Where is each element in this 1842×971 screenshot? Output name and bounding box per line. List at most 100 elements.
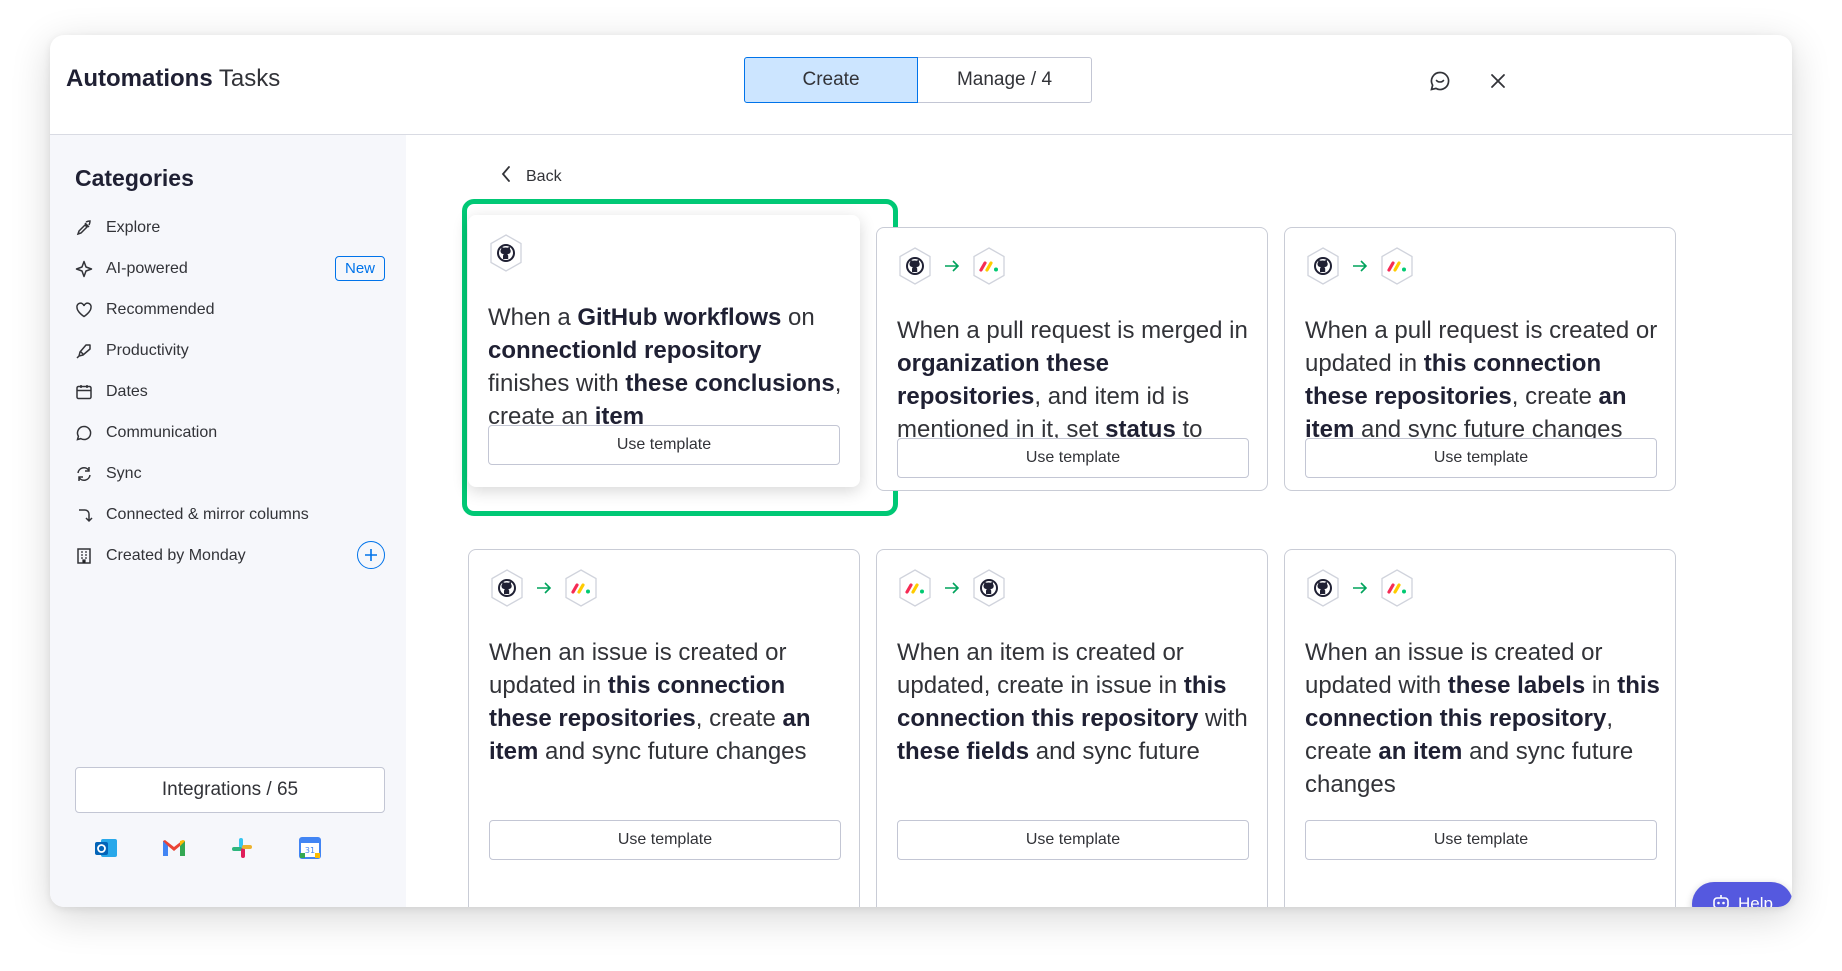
add-category-button[interactable]: [357, 541, 385, 569]
template-card[interactable]: When an issue is created or updated in t…: [468, 549, 860, 907]
use-template-button[interactable]: Use template: [1305, 820, 1657, 860]
arrow-right-icon: [933, 582, 971, 594]
building-icon: [75, 547, 93, 565]
category-sync[interactable]: Sync: [75, 459, 385, 489]
github-icon: [1305, 568, 1341, 608]
sparkle-icon: [75, 260, 93, 278]
card-description: When an issue is created or updated with…: [1305, 636, 1660, 801]
template-card[interactable]: When a GitHub workflows on connectionId …: [468, 215, 860, 487]
back-label: Back: [526, 167, 562, 185]
category-label: Recommended: [106, 301, 215, 318]
card-text-segment: and sync future changes: [538, 738, 807, 765]
category-communication[interactable]: Communication: [75, 418, 385, 448]
heart-icon: [75, 301, 93, 319]
card-text-segment: , create: [695, 705, 783, 732]
category-label: AI-powered: [106, 260, 188, 277]
template-card[interactable]: When a pull request is merged in organiz…: [876, 227, 1268, 491]
card-text-segment: When a pull request is merged in: [897, 317, 1248, 344]
category-label: Created by Monday: [106, 547, 246, 564]
template-card[interactable]: When an item is created or updated, crea…: [876, 549, 1268, 907]
github-icon: [1305, 246, 1341, 286]
integrations-button[interactable]: Integrations / 65: [75, 767, 385, 813]
categories-title: Categories: [75, 165, 194, 191]
card-text-highlight: connectionId repository: [488, 337, 762, 364]
card-description: When an issue is created or updated in t…: [489, 636, 844, 768]
card-text-segment: When an item is created or updated, crea…: [897, 639, 1184, 699]
card-description: When a GitHub workflows on connectionId …: [488, 301, 843, 433]
rocket-icon: [75, 342, 93, 360]
feedback-icon[interactable]: [1426, 67, 1454, 95]
card-text-highlight: GitHub workflows: [577, 304, 782, 331]
card-icons-row: [488, 233, 524, 273]
title-bold: Automations: [66, 65, 213, 92]
monday-icon: [1379, 246, 1415, 286]
close-icon[interactable]: [1484, 67, 1512, 95]
tab-manage[interactable]: Manage / 4: [918, 57, 1092, 103]
use-template-button[interactable]: Use template: [489, 820, 841, 860]
tab-create[interactable]: Create: [744, 57, 918, 103]
new-badge: New: [334, 256, 385, 281]
card-text-segment: with: [1198, 705, 1248, 732]
use-template-button[interactable]: Use template: [488, 425, 840, 465]
card-text-segment: in: [1585, 672, 1618, 699]
integration-app-icons: 31: [75, 831, 385, 871]
modal-title: Automations Tasks: [66, 65, 280, 93]
category-recommended[interactable]: Recommended: [75, 295, 385, 325]
card-description: When an item is created or updated, crea…: [897, 636, 1252, 768]
card-text-segment: finishes with: [488, 370, 626, 397]
arrow-right-icon: [933, 260, 971, 272]
monday-icon: [1379, 568, 1415, 608]
robot-icon: [1712, 893, 1730, 907]
card-text-segment: When a: [488, 304, 578, 331]
category-explore[interactable]: Explore: [75, 213, 385, 243]
card-text-segment: and sync future: [1029, 738, 1200, 765]
rocket-icon: [75, 219, 93, 237]
title-light: Tasks: [218, 65, 281, 92]
monday-icon: [563, 568, 599, 608]
template-card[interactable]: When an issue is created or updated with…: [1284, 549, 1676, 907]
card-text-highlight: these conclusions: [625, 370, 835, 397]
card-icons-row: [489, 568, 599, 608]
card-text-segment: on: [781, 304, 815, 331]
card-text-highlight: these labels: [1447, 672, 1586, 699]
category-productivity[interactable]: Productivity: [75, 336, 385, 366]
category-label: Sync: [106, 465, 142, 482]
gmail-icon[interactable]: [157, 831, 191, 865]
connect-icon: [75, 506, 93, 524]
card-icons-row: [897, 246, 1007, 286]
template-card[interactable]: When a pull request is created or update…: [1284, 227, 1676, 491]
monday-icon: [897, 568, 933, 608]
github-icon: [488, 233, 524, 273]
modal-header: Automations Tasks Create Manage / 4: [50, 35, 1792, 135]
slack-icon[interactable]: [225, 831, 259, 865]
back-button[interactable]: Back: [500, 165, 562, 188]
category-connected-mirror[interactable]: Connected & mirror columns: [75, 500, 385, 530]
categories-sidebar: Categories Explore AI-powered New Recomm…: [50, 135, 406, 907]
use-template-button[interactable]: Use template: [897, 820, 1249, 860]
category-label: Explore: [106, 219, 161, 236]
chat-icon: [75, 424, 93, 442]
calendar-icon: [75, 383, 93, 401]
outlook-icon[interactable]: [89, 831, 123, 865]
category-label: Dates: [106, 383, 148, 400]
svg-text:31: 31: [305, 846, 315, 855]
help-button[interactable]: Help: [1692, 882, 1792, 907]
github-icon: [489, 568, 525, 608]
automations-modal: Automations Tasks Create Manage / 4 Cate…: [50, 35, 1792, 907]
sync-icon: [75, 465, 93, 483]
chevron-left-icon: [500, 165, 512, 188]
category-label: Communication: [106, 424, 218, 441]
card-text-highlight: an item: [1378, 738, 1463, 765]
category-ai-powered[interactable]: AI-powered New: [75, 254, 385, 284]
card-description: When a pull request is created or update…: [1305, 314, 1660, 446]
card-text-segment: , create: [1511, 383, 1599, 410]
category-created-by-monday[interactable]: Created by Monday: [75, 541, 385, 571]
google-calendar-icon[interactable]: 31: [293, 831, 327, 865]
use-template-button[interactable]: Use template: [897, 438, 1249, 478]
use-template-button[interactable]: Use template: [1305, 438, 1657, 478]
category-dates[interactable]: Dates: [75, 377, 385, 407]
help-label: Help: [1738, 894, 1773, 907]
mode-switcher: Create Manage / 4: [744, 57, 1092, 103]
card-icons-row: [1305, 568, 1415, 608]
arrow-right-icon: [525, 582, 563, 594]
